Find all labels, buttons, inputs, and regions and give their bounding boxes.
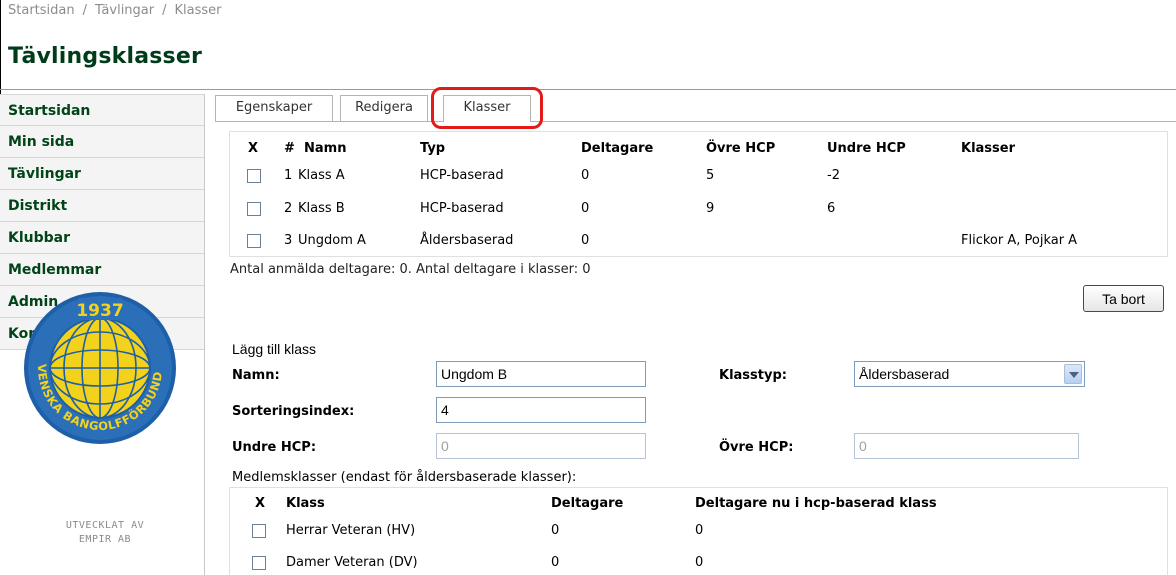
row-num: 3 — [284, 233, 293, 248]
col-header-x: X — [248, 141, 259, 156]
upper-hcp-label: Övre HCP: — [719, 440, 794, 455]
row-upper-hcp: 9 — [706, 201, 715, 216]
col-header-lower-hcp: Undre HCP — [827, 141, 906, 156]
logo-year: 1937 — [76, 301, 123, 321]
breadcrumb-startsidan[interactable]: Startsidan — [8, 3, 75, 18]
upper-hcp-input[interactable]: 0 — [854, 433, 1079, 459]
row-participants: 0 — [581, 233, 590, 248]
sidebar-item-distrikt[interactable]: Distrikt — [0, 190, 204, 222]
member-class-name: Damer Veteran (DV) — [286, 555, 418, 570]
row-classes: Flickor A, Pojkar A — [961, 233, 1078, 248]
member-class-name: Herrar Veteran (HV) — [286, 523, 416, 538]
tab-klasser[interactable]: Klasser — [443, 95, 531, 122]
mc-header-class: Klass — [286, 496, 325, 511]
breadcrumb-klasser: Klasser — [174, 3, 222, 18]
member-class-checkbox[interactable] — [252, 524, 266, 538]
row-participants: 0 — [581, 168, 590, 183]
row-participants: 0 — [581, 201, 590, 216]
sort-index-label: Sorteringsindex: — [232, 404, 355, 419]
classtype-selected-value: Åldersbaserad — [859, 366, 950, 382]
participants-summary: Antal anmälda deltagare: 0. Antal deltag… — [230, 262, 591, 277]
row-name: Ungdom A — [298, 233, 366, 248]
breadcrumb: Startsidan / Tävlingar / Klasser — [8, 0, 222, 22]
tab-redigera[interactable]: Redigera — [340, 95, 428, 121]
lower-hcp-label: Undre HCP: — [232, 440, 317, 455]
sidebar-item-medlemmar[interactable]: Medlemmar — [0, 254, 204, 286]
col-header-name: Namn — [304, 141, 347, 156]
name-label: Namn: — [232, 368, 280, 383]
credit-line-2: EMPIR AB — [78, 534, 132, 545]
col-header-participants: Deltagare — [581, 141, 654, 156]
row-upper-hcp: 5 — [706, 168, 715, 183]
row-lower-hcp: 6 — [827, 201, 836, 216]
lower-hcp-input[interactable]: 0 — [436, 433, 646, 459]
row-name: Klass B — [298, 201, 345, 216]
sort-index-input[interactable]: 4 — [436, 397, 646, 423]
row-checkbox[interactable] — [247, 169, 261, 183]
member-classes-heading: Medlemsklasser (endast för åldersbaserad… — [232, 470, 577, 485]
col-header-upper-hcp: Övre HCP — [706, 141, 776, 156]
row-num: 2 — [284, 201, 293, 216]
sidebar-item-min-sida[interactable]: Min sida — [0, 126, 204, 158]
mc-header-participants: Deltagare — [551, 496, 624, 511]
row-type: HCP-baserad — [420, 201, 504, 216]
row-checkbox[interactable] — [247, 202, 261, 216]
row-lower-hcp: -2 — [827, 168, 840, 183]
tab-egenskaper[interactable]: Egenskaper — [215, 95, 333, 121]
breadcrumb-tavlingar[interactable]: Tävlingar — [95, 3, 154, 18]
chevron-down-icon[interactable] — [1064, 364, 1082, 384]
logo-svg: 1937 SVENSKA BANGOLFFÖRBUNDET — [18, 279, 176, 444]
member-class-participants: 0 — [551, 555, 560, 570]
title-divider — [0, 89, 1176, 90]
mc-header-x: X — [255, 496, 266, 511]
row-checkbox[interactable] — [247, 234, 261, 248]
sidebar-item-tavlingar[interactable]: Tävlingar — [0, 158, 204, 190]
row-type: HCP-baserad — [420, 168, 504, 183]
classtype-select[interactable]: Åldersbaserad — [854, 361, 1085, 387]
col-header-type: Typ — [420, 141, 446, 156]
add-class-heading: Lägg till klass — [232, 341, 317, 357]
member-class-checkbox[interactable] — [252, 556, 266, 570]
breadcrumb-separator: / — [162, 3, 167, 18]
name-input[interactable]: Ungdom B — [436, 361, 646, 387]
developer-credit: UTVECKLAT AV EMPIR AB — [20, 519, 190, 547]
federation-logo-icon: 1937 SVENSKA BANGOLFFÖRBUNDET — [18, 279, 178, 446]
col-header-num: # — [284, 141, 295, 156]
breadcrumb-separator: / — [82, 3, 87, 18]
mc-header-in-hcp: Deltagare nu i hcp-baserad klass — [695, 496, 937, 511]
member-class-in-hcp: 0 — [695, 555, 704, 570]
member-class-participants: 0 — [551, 523, 560, 538]
row-num: 1 — [284, 168, 293, 183]
sidebar-item-startsidan[interactable]: Startsidan — [0, 94, 204, 126]
sidebar-item-klubbar[interactable]: Klubbar — [0, 222, 204, 254]
col-header-classes: Klasser — [961, 141, 1016, 156]
delete-button[interactable]: Ta bort — [1083, 285, 1164, 312]
classtype-label: Klasstyp: — [719, 368, 787, 383]
tab-bar-divider — [215, 121, 1176, 122]
row-type: Åldersbaserad — [420, 233, 514, 248]
page-title: Tävlingsklasser — [8, 44, 202, 69]
credit-line-1: UTVECKLAT AV — [65, 520, 145, 531]
member-class-in-hcp: 0 — [695, 523, 704, 538]
row-name: Klass A — [298, 168, 345, 183]
